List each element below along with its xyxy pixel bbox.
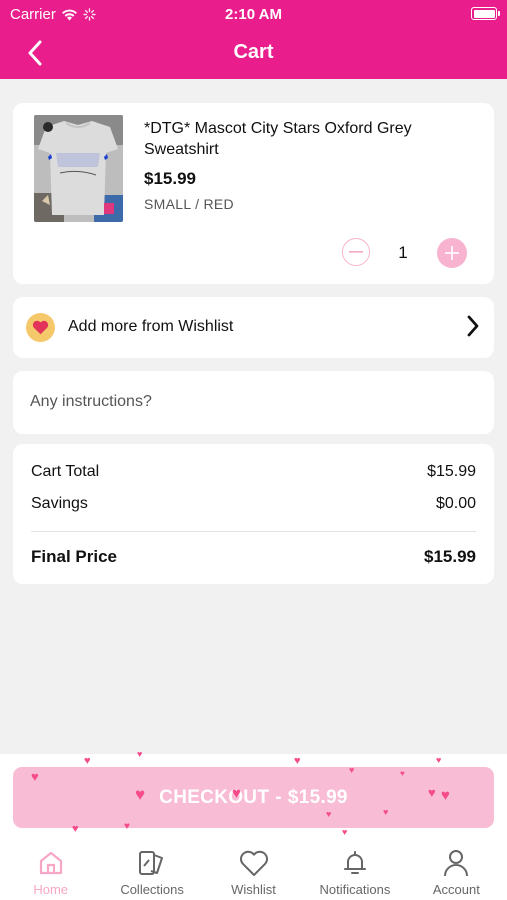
savings-value: $0.00 (435, 495, 476, 512)
status-time: 2:10 AM (225, 6, 282, 23)
add-from-wishlist-row[interactable]: Add more from Wishlist (13, 297, 494, 358)
tab-home-label: Home (33, 882, 69, 897)
cart-total-row: Cart Total $15.99 (31, 463, 476, 481)
tab-wishlist[interactable]: Wishlist (203, 840, 304, 900)
product-variant: SMALL / RED (144, 196, 234, 212)
tab-collections[interactable]: Collections (101, 840, 202, 900)
quantity-increase-button[interactable] (437, 238, 467, 268)
price-summary-card: Cart Total $15.99 Savings $0.00 Final Pr… (13, 444, 494, 584)
checkout-separator: - (275, 786, 282, 808)
checkout-button[interactable]: CHECKOUT - $15.99 (13, 767, 494, 828)
cart-total-value: $15.99 (427, 463, 476, 480)
savings-row: Savings $0.00 (31, 495, 476, 513)
instructions-card (13, 371, 494, 434)
chevron-right-icon (466, 314, 480, 343)
quantity-decrease-button[interactable] (342, 238, 370, 266)
tab-collections-label: Collections (120, 882, 184, 897)
final-price-row: Final Price $15.99 (31, 547, 476, 567)
tab-notifications[interactable]: Notifications (304, 840, 405, 900)
product-price: $15.99 (144, 169, 196, 188)
tab-bar: Home Collections Wishlist Notifications … (0, 840, 507, 900)
final-price-value: $15.99 (424, 547, 476, 566)
home-icon (35, 847, 67, 879)
bell-icon (339, 847, 371, 879)
product-image[interactable] (34, 115, 123, 222)
quantity-value: 1 (398, 243, 408, 262)
minus-icon (349, 251, 363, 253)
collections-icon (136, 847, 168, 879)
wishlist-heart-icon (26, 313, 55, 342)
checkout-label: CHECKOUT (159, 786, 270, 808)
cart-item-card: *DTG* Mascot City Stars Oxford Grey Swea… (13, 103, 494, 284)
tab-home[interactable]: Home (0, 840, 101, 900)
savings-label: Savings (31, 495, 88, 512)
tab-account[interactable]: Account (406, 840, 507, 900)
person-icon (440, 847, 472, 879)
cart-total-label: Cart Total (31, 463, 100, 480)
summary-divider (31, 531, 476, 532)
final-price-label: Final Price (31, 547, 117, 566)
tab-notifications-label: Notifications (319, 882, 391, 897)
plus-icon (445, 246, 459, 260)
status-bar: Carrier 2:10 AM (0, 0, 507, 28)
tab-account-label: Account (432, 882, 480, 897)
battery-icon (471, 7, 500, 20)
page-title: Cart (233, 41, 274, 63)
heart-icon (238, 847, 270, 879)
wishlist-label: Add more from Wishlist (68, 318, 234, 335)
nav-bar: Cart (0, 28, 507, 79)
checkout-amount: $15.99 (287, 786, 348, 808)
instructions-input[interactable] (30, 384, 480, 420)
tab-wishlist-label: Wishlist (231, 882, 276, 897)
product-name[interactable]: *DTG* Mascot City Stars Oxford Grey Swea… (144, 118, 444, 160)
